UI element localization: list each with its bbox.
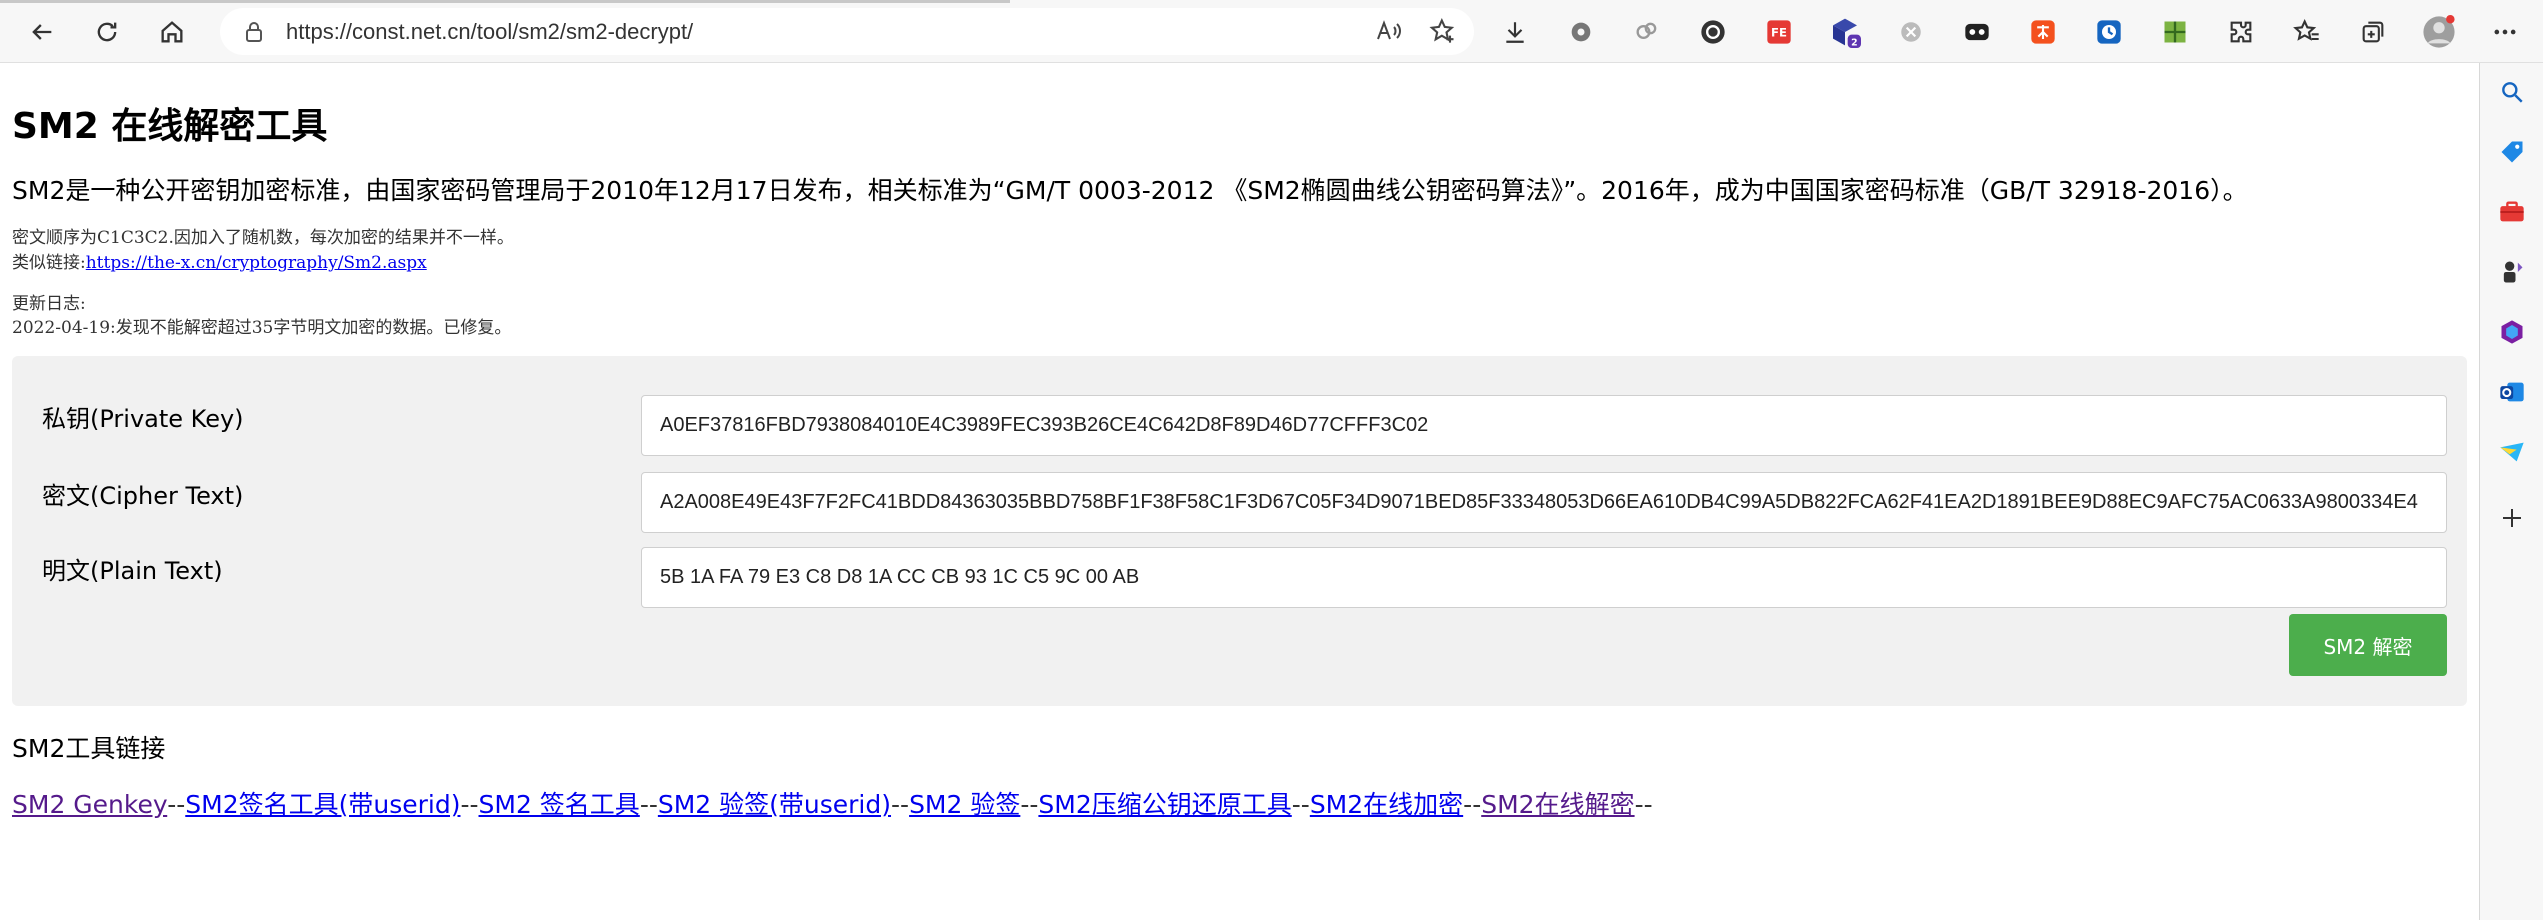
link-sm2-sign-userid[interactable]: SM2签名工具(带userid) [185,790,460,819]
download-icon[interactable] [1497,14,1533,50]
extension-green-icon[interactable] [2157,14,2193,50]
page-load-progress [0,0,1010,3]
url-text[interactable]: https://const.net.cn/tool/sm2/sm2-decryp… [286,19,693,45]
link-sm2-compressed-pubkey[interactable]: SM2压缩公钥还原工具 [1038,790,1291,819]
extensions-puzzle-icon[interactable] [2223,14,2259,50]
collections-icon[interactable] [2355,14,2391,50]
extension-fe-icon[interactable]: FE [1761,14,1797,50]
similar-link[interactable]: https://the-x.cn/cryptography/Sm2.aspx [86,253,427,273]
extension-cube-icon[interactable]: 2 [1827,14,1863,50]
link-separator: -- [1634,790,1653,819]
extension-circles-icon[interactable] [1629,14,1665,50]
svg-text:2: 2 [1851,37,1858,48]
shopping-tag-icon[interactable] [2494,134,2530,170]
extension-gear-icon[interactable] [1563,14,1599,50]
link-sm2-genkey[interactable]: SM2 Genkey [12,790,167,819]
link-sm2-sign[interactable]: SM2 签名工具 [479,790,640,819]
add-sidebar-icon[interactable] [2494,500,2530,536]
outlook-icon[interactable] [2494,374,2530,410]
private-key-label: 私钥(Private Key) [42,405,244,433]
address-bar[interactable]: https://const.net.cn/tool/sm2/sm2-decryp… [220,8,1474,55]
browser-sidebar [2479,63,2543,920]
similar-link-prefix: 类似链接: [12,253,86,273]
favorites-icon[interactable] [2289,14,2325,50]
extension-mask-icon[interactable] [1959,14,1995,50]
link-sm2-decrypt[interactable]: SM2在线解密 [1481,790,1634,819]
cipher-order-note: 密文顺序为C1C3C2.因加入了随机数，每次加密的结果并不一样。 [12,228,514,248]
cipher-text-label: 密文(Cipher Text) [42,482,244,510]
office-icon[interactable] [2494,314,2530,350]
extension-gray-icon[interactable] [1893,14,1929,50]
extension-clock-icon[interactable] [2091,14,2127,50]
plain-text-label: 明文(Plain Text) [42,557,223,585]
plain-text-input[interactable]: 5B 1A FA 79 E3 C8 D8 1A CC CB 93 1C C5 9… [641,547,2447,608]
private-key-input[interactable]: A0EF37816FBD7938084010E4C3989FEC393B26CE… [641,395,2447,456]
drop-icon[interactable] [2494,434,2530,470]
sm2-decrypt-button[interactable]: SM2 解密 [2289,614,2447,676]
browser-toolbar: https://const.net.cn/tool/sm2/sm2-decryp… [0,0,2543,63]
link-separator: -- [639,790,658,819]
more-menu-icon[interactable] [2487,14,2523,50]
changelog-entry: 2022-04-19:发现不能解密超过35字节明文加密的数据。已修复。 [12,318,512,338]
refresh-icon[interactable] [85,10,129,54]
home-icon[interactable] [150,10,194,54]
tools-briefcase-icon[interactable] [2494,194,2530,230]
svg-text:FE: FE [1771,26,1787,40]
link-sm2-encrypt[interactable]: SM2在线加密 [1310,790,1463,819]
tools-section-title: SM2工具链接 [12,734,166,763]
lock-icon[interactable] [240,18,268,46]
search-icon[interactable] [2494,74,2530,110]
favorite-add-icon[interactable] [1428,16,1458,46]
link-separator: -- [1463,790,1482,819]
cipher-text-input[interactable]: A2A008E49E43F7F2FC41BDD84363035BBD758BF1… [641,472,2447,533]
back-icon[interactable] [20,10,64,54]
decrypt-form-panel: 私钥(Private Key) A0EF37816FBD7938084010E4… [12,356,2467,706]
profile-avatar-icon[interactable] [2421,14,2457,50]
games-icon[interactable] [2494,254,2530,290]
link-separator: -- [891,790,910,819]
read-aloud-icon[interactable] [1374,16,1404,46]
extension-swirl-icon[interactable] [1695,14,1731,50]
link-separator: -- [1020,790,1039,819]
intro-paragraph: SM2是一种公开密钥加密标准，由国家密码管理局于2010年12月17日发布，相关… [12,176,2248,205]
changelog-title: 更新日志: [12,294,86,314]
link-separator: -- [460,790,479,819]
extension-translate-icon[interactable] [2025,14,2061,50]
similar-link-line: 类似链接:https://the-x.cn/cryptography/Sm2.a… [12,248,427,273]
link-sm2-verify-userid[interactable]: SM2 验签(带userid) [658,790,891,819]
page-title: SM2 在线解密工具 [12,106,328,147]
link-sm2-verify[interactable]: SM2 验签 [909,790,1020,819]
link-separator: -- [1291,790,1310,819]
tools-links: SM2 Genkey--SM2签名工具(带userid)--SM2 签名工具--… [12,785,1653,821]
link-separator: -- [167,790,186,819]
